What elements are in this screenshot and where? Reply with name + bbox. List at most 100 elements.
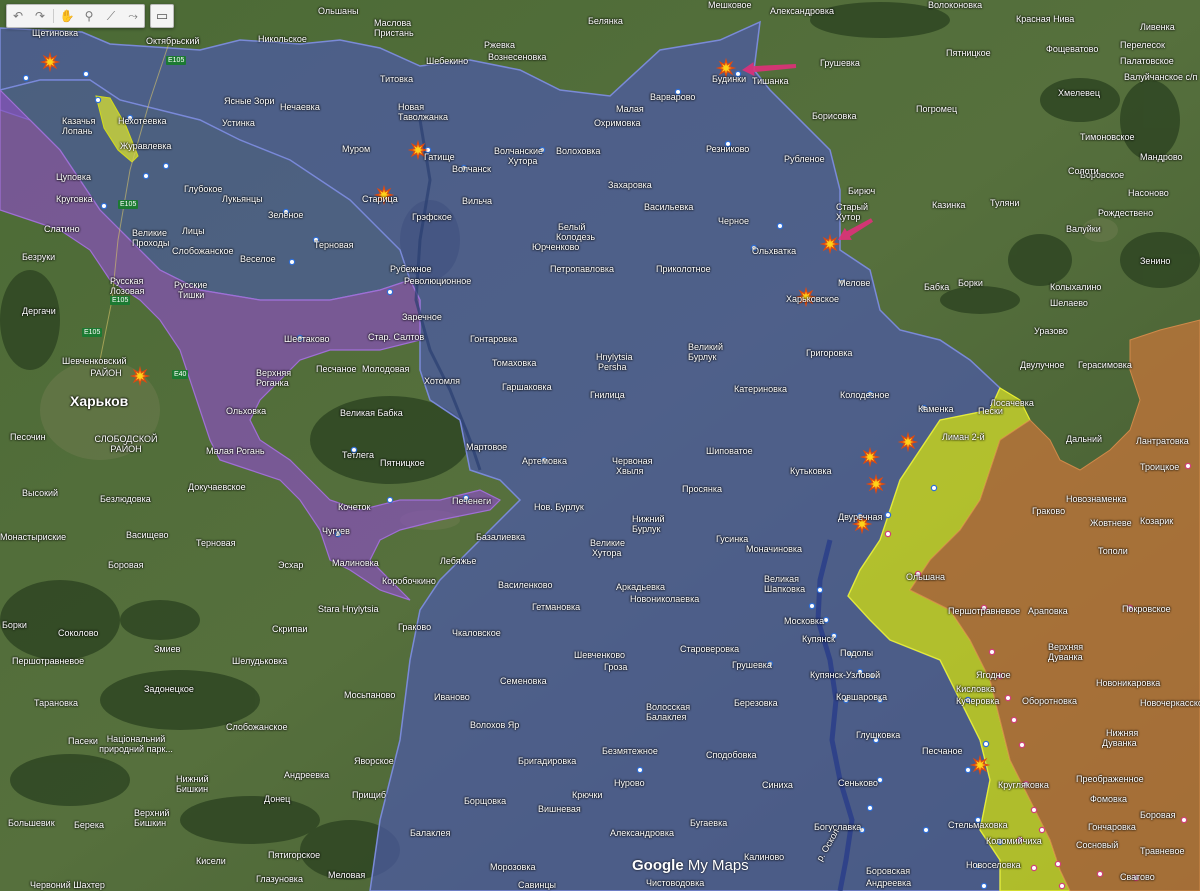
district-label: СЛОБОДСКОЙ РАЙОН — [94, 434, 158, 454]
route-icon[interactable]: ⤳ — [122, 5, 144, 27]
place-label: Старица — [362, 194, 398, 204]
place-label: Охримовка — [594, 118, 641, 128]
explosion-icon[interactable] — [39, 51, 61, 73]
place-label: Харьковское — [786, 294, 839, 304]
place-label: Меловая — [328, 870, 366, 880]
redo-icon[interactable]: ↷ — [29, 5, 51, 27]
settlement-marker[interactable] — [980, 882, 988, 890]
settlement-marker-ua[interactable] — [1004, 694, 1012, 702]
explosion-icon[interactable] — [819, 233, 841, 255]
settlement-marker-ua[interactable] — [988, 648, 996, 656]
settlement-marker[interactable] — [930, 484, 938, 492]
place-label: Волоконовка — [928, 0, 983, 10]
place-label: Слатино — [44, 224, 80, 234]
settlement-marker-ua[interactable] — [1038, 826, 1046, 834]
explosion-icon[interactable] — [969, 754, 991, 776]
settlement-marker[interactable] — [808, 602, 816, 610]
place-label: Лантратовка — [1136, 436, 1189, 446]
settlement-marker[interactable] — [776, 222, 784, 230]
settlement-marker-ua[interactable] — [884, 530, 892, 538]
settlement-marker[interactable] — [922, 826, 930, 834]
place-label: Мосьпаново — [344, 690, 396, 700]
map-toolbar: ↶ ↷ ✋ ⚲ ⟋ ⤳ — [6, 4, 145, 28]
settlement-marker[interactable] — [288, 258, 296, 266]
settlement-marker[interactable] — [100, 202, 108, 210]
settlement-marker-ua[interactable] — [1184, 462, 1192, 470]
place-label: Соколово — [58, 628, 99, 638]
place-label: Ливенка — [1140, 22, 1175, 32]
place-label: Жовтневе — [1090, 518, 1132, 528]
place-label: Новая — [398, 102, 425, 112]
place-label: Хмелевец — [1058, 88, 1100, 98]
place-label: Крючки — [572, 790, 603, 800]
place-label: Рождествено — [1098, 208, 1154, 218]
settlement-marker[interactable] — [386, 288, 394, 296]
place-label: Граково — [398, 622, 432, 632]
place-label: Троицкое — [1140, 462, 1180, 472]
settlement-marker[interactable] — [866, 804, 874, 812]
place-label: Верхний — [134, 808, 170, 818]
explosion-icon[interactable] — [859, 446, 881, 468]
settlement-marker[interactable] — [94, 96, 102, 104]
settlement-marker-ua[interactable] — [1010, 716, 1018, 724]
settlement-marker[interactable] — [822, 616, 830, 624]
place-label: Арaповка — [1028, 606, 1068, 616]
place-label: Пятницкое — [946, 48, 991, 58]
measure-icon[interactable]: ▭ — [150, 4, 174, 28]
place-label: Коломийчиха — [986, 836, 1042, 846]
settlement-marker-ua[interactable] — [1030, 806, 1038, 814]
settlement-marker[interactable] — [982, 740, 990, 748]
place-label: Октябрьский — [146, 36, 200, 46]
place-label: Шелудьковка — [232, 656, 288, 666]
place-label: Безмятежное — [602, 746, 658, 756]
place-label: Монастыриские — [0, 532, 67, 542]
settlement-marker[interactable] — [636, 766, 644, 774]
place-label: Безруки — [22, 252, 56, 262]
explosion-icon[interactable] — [865, 473, 887, 495]
draw-line-icon[interactable]: ⟋ — [100, 5, 122, 27]
place-label: Граково — [1032, 506, 1066, 516]
settlement-marker-ua[interactable] — [1030, 864, 1038, 872]
settlement-marker[interactable] — [386, 496, 394, 504]
explosion-icon[interactable] — [897, 431, 919, 453]
settlement-marker[interactable] — [876, 776, 884, 784]
place-label: Волчанские — [494, 146, 543, 156]
place-label: Хутора — [592, 548, 622, 558]
settlement-marker-ua[interactable] — [1096, 870, 1104, 878]
place-label: Эсхар — [278, 560, 304, 570]
place-label: Першотравневое — [12, 656, 85, 666]
settlement-marker[interactable] — [816, 586, 824, 594]
map-canvas[interactable]: Щетиновка Октябрьский Никольское Ольшаны Мас… — [0, 0, 1200, 891]
place-label: Ясные Зори — [224, 96, 275, 106]
place-label: Высокий — [22, 488, 59, 498]
settlement-marker-ua[interactable] — [1058, 882, 1066, 890]
hand-icon[interactable]: ✋ — [56, 5, 78, 27]
place-label: Нехотеевка — [118, 116, 167, 126]
place-label: Новоселовка — [966, 860, 1021, 870]
settlement-marker[interactable] — [964, 766, 972, 774]
place-label: Ржевка — [484, 40, 515, 50]
settlement-marker[interactable] — [162, 162, 170, 170]
settlement-marker-ua[interactable] — [1180, 816, 1188, 824]
place-label: Гетмановка — [532, 602, 581, 612]
place-label: Боровая — [1140, 810, 1176, 820]
place-label: Козарик — [1140, 516, 1174, 526]
place-label: Гонтаровка — [470, 334, 518, 344]
settlement-marker-ua[interactable] — [1018, 741, 1026, 749]
place-label: Сеньково — [838, 778, 878, 788]
place-label: Нов. Бурлук — [534, 502, 584, 512]
settlement-marker[interactable] — [22, 74, 30, 82]
place-label: Валуйчанское с/п — [1124, 72, 1198, 82]
place-label: Грушевка — [820, 58, 860, 68]
place-label: Вильча — [462, 196, 493, 206]
undo-icon[interactable]: ↶ — [7, 5, 29, 27]
settlement-marker[interactable] — [142, 172, 150, 180]
place-label: Щетиновка — [32, 28, 79, 38]
road-shield: E105 — [166, 56, 187, 65]
settlement-marker[interactable] — [884, 511, 892, 519]
place-label: Гусинка — [716, 534, 749, 544]
settlement-marker[interactable] — [82, 70, 90, 78]
marker-icon[interactable]: ⚲ — [78, 5, 100, 27]
settlement-marker-ua[interactable] — [1054, 860, 1062, 868]
place-label: Казинка — [932, 200, 966, 210]
